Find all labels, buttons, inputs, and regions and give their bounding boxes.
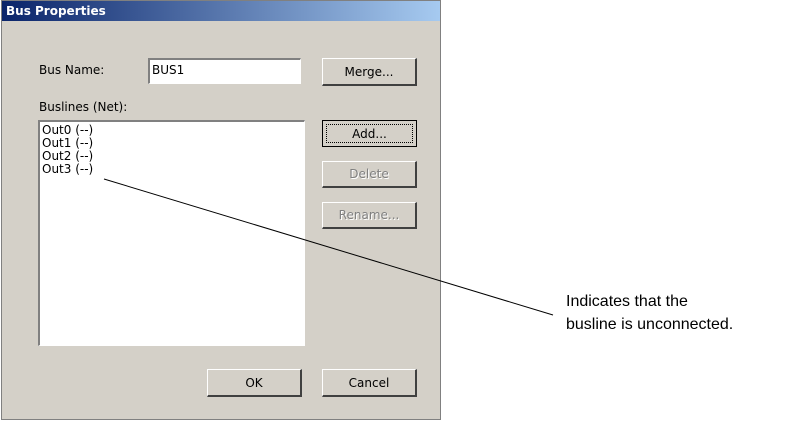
callout-line [103, 178, 554, 316]
annotation-text: Indicates that the busline is unconnecte… [566, 290, 733, 336]
annotation-line-2: busline is unconnected. [566, 316, 734, 333]
annotation-line-1: Indicates that the [566, 293, 688, 310]
